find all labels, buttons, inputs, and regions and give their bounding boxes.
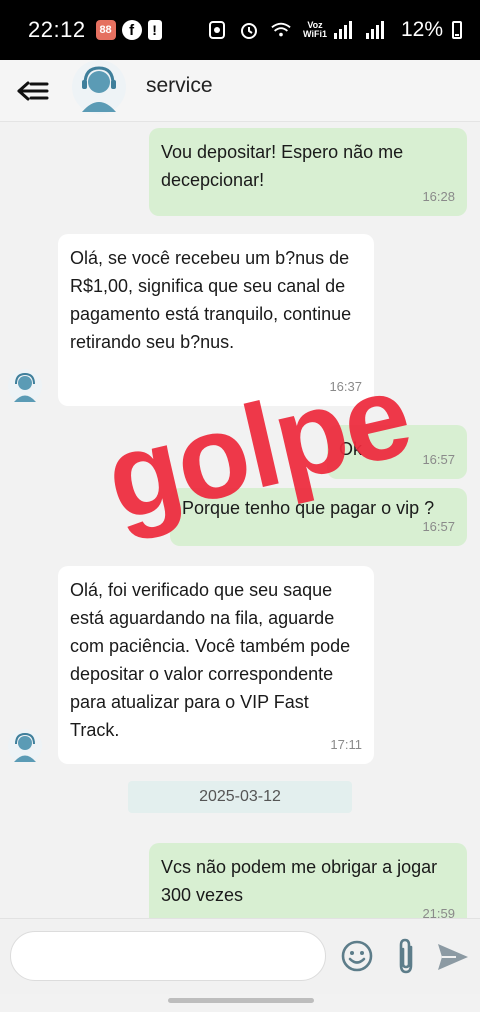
message-time: 16:28 — [422, 189, 455, 204]
message-text: Olá, se você recebeu um b?nus de R$1,00,… — [70, 248, 352, 352]
message-outgoing[interactable]: Vcs não podem me obrigar a jogar 300 vez… — [149, 843, 467, 918]
chat-messages[interactable]: Vou depositar! Espero não me decepcionar… — [0, 122, 480, 918]
paperclip-icon[interactable] — [392, 937, 420, 975]
message-outgoing[interactable]: Vou depositar! Espero não me decepcionar… — [149, 128, 467, 216]
app-notification-icon: 88 — [95, 20, 116, 40]
message-incoming[interactable]: Olá, foi verificado que seu saque está a… — [58, 566, 374, 764]
support-agent-icon — [8, 369, 42, 403]
message-time: 21:59 — [422, 906, 455, 918]
send-icon[interactable] — [436, 941, 470, 973]
voz-wifi-label: Voz WiFi1 — [303, 21, 327, 39]
emoji-icon[interactable] — [340, 939, 374, 973]
status-icons: Voz WiFi1 12% — [207, 18, 462, 42]
back-arrow-icon[interactable] — [16, 74, 50, 108]
wifi-icon — [271, 20, 291, 40]
message-text: Vcs não podem me obrigar a jogar 300 vez… — [161, 857, 438, 905]
message-text: Olá, foi verificado que seu saque está a… — [70, 580, 351, 740]
message-time: 17:11 — [330, 737, 362, 752]
voz-wifi-bottom: WiFi1 — [303, 29, 327, 39]
facebook-icon: f — [121, 20, 142, 40]
message-composer — [0, 918, 480, 994]
home-indicator[interactable] — [168, 998, 314, 1003]
battery-icon — [452, 21, 462, 39]
support-agent-icon[interactable] — [72, 60, 126, 114]
date-separator: 2025-03-12 — [128, 781, 352, 813]
chat-header: service — [0, 60, 480, 122]
data-saver-icon — [207, 20, 227, 40]
message-text: Vou depositar! Espero não me decepcionar… — [161, 142, 404, 190]
battery-percent: 12% — [400, 18, 443, 41]
message-input[interactable] — [10, 931, 326, 981]
chat-title: service — [146, 74, 213, 97]
message-time: 16:57 — [422, 519, 455, 534]
status-bar: 22:12 88 f ! Voz WiFi1 12% — [0, 0, 480, 60]
alarm-icon — [239, 20, 259, 40]
signal-icon-2 — [365, 20, 385, 40]
support-agent-icon — [8, 729, 42, 763]
signal-icon — [333, 20, 353, 40]
message-time: 16:57 — [422, 452, 455, 467]
status-time: 22:12 — [28, 17, 86, 42]
alert-icon: ! — [147, 20, 162, 40]
